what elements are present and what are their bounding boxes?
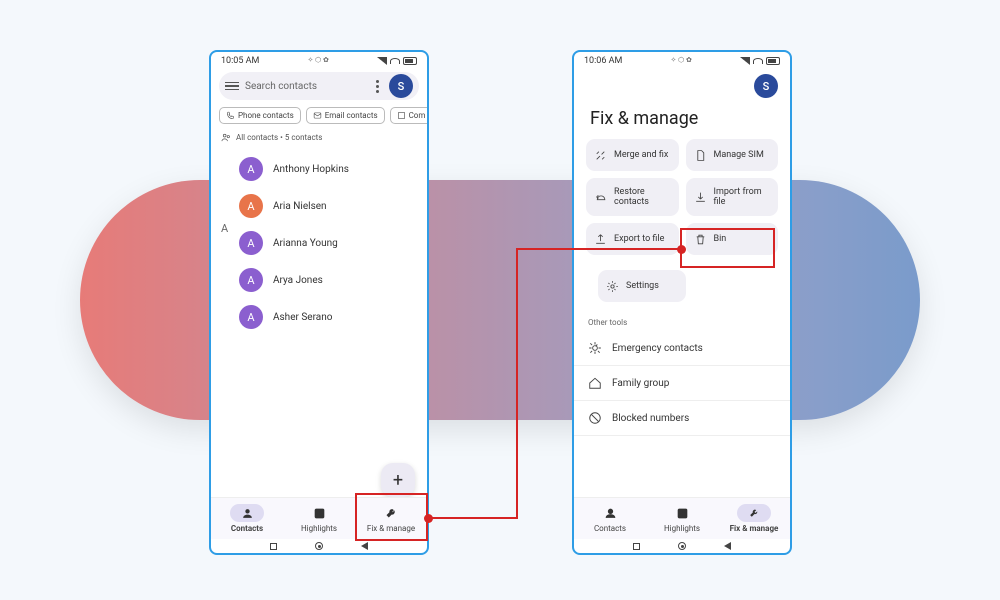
- row-blocked-numbers[interactable]: Blocked numbers: [574, 401, 790, 436]
- phone-screen-contacts: 10:05 AM ✧ ⬡ ✿ Search contacts S Phone c…: [209, 50, 429, 555]
- bottom-nav: Contacts Highlights Fix & manage: [574, 497, 790, 539]
- nav-fix-manage[interactable]: Fix & manage: [718, 498, 790, 539]
- chip-phone-contacts[interactable]: Phone contacts: [219, 107, 301, 124]
- tile-export-file[interactable]: Export to file: [586, 223, 679, 255]
- contact-list: A Anthony Hopkins A Aria Nielsen A Arianna Yo…: [211, 149, 427, 336]
- contact-avatar: A: [239, 268, 263, 292]
- row-emergency-contacts[interactable]: Emergency contacts: [574, 331, 790, 366]
- section-letter: A: [221, 222, 228, 235]
- nav-contacts[interactable]: Contacts: [211, 498, 283, 539]
- contact-avatar: A: [239, 194, 263, 218]
- callout-dot: [677, 245, 686, 254]
- status-time: 10:05 AM: [221, 56, 259, 66]
- highlight-fix-manage: [355, 493, 428, 541]
- contact-name: Arianna Young: [273, 238, 338, 249]
- contact-row[interactable]: A Asher Serano: [239, 299, 419, 336]
- page-title: Fix & manage: [574, 98, 790, 135]
- contact-avatar: A: [239, 305, 263, 329]
- status-bar: 10:05 AM ✧ ⬡ ✿: [211, 52, 427, 68]
- contact-row[interactable]: A Anthony Hopkins: [239, 151, 419, 188]
- contact-name: Asher Serano: [273, 312, 332, 323]
- status-left-icons: ✧ ⬡ ✿: [671, 56, 692, 66]
- nav-highlights[interactable]: Highlights: [646, 498, 718, 539]
- connector-line: [516, 249, 518, 519]
- highlight-bin: [680, 228, 775, 268]
- hamburger-icon[interactable]: [225, 82, 239, 91]
- status-left-icons: ✧ ⬡ ✿: [308, 56, 329, 66]
- signal-icon: [377, 57, 387, 65]
- search-placeholder: Search contacts: [245, 81, 366, 92]
- contacts-summary: All contacts • 5 contacts: [211, 126, 427, 149]
- home-icon[interactable]: [678, 542, 686, 550]
- contact-name: Anthony Hopkins: [273, 164, 349, 175]
- connector-line: [428, 517, 518, 519]
- tile-restore-contacts[interactable]: Restore contacts: [586, 178, 679, 216]
- back-icon[interactable]: [724, 542, 731, 550]
- phone-screen-fix-manage: 10:06 AM ✧ ⬡ ✿ S Fix & manage Merge and …: [572, 50, 792, 555]
- back-icon[interactable]: [361, 542, 368, 550]
- chip-email-contacts[interactable]: Email contacts: [306, 107, 385, 124]
- row-family-group[interactable]: Family group: [574, 366, 790, 401]
- contact-name: Aria Nielsen: [273, 201, 327, 212]
- signal-icon: [740, 57, 750, 65]
- recents-icon[interactable]: [270, 543, 277, 550]
- chip-company[interactable]: Com: [390, 107, 429, 124]
- filter-chips: Phone contacts Email contacts Com: [211, 104, 427, 126]
- tile-import-file[interactable]: Import from file: [686, 178, 779, 216]
- status-time: 10:06 AM: [584, 56, 622, 66]
- wifi-icon: [390, 58, 400, 64]
- connector-line: [516, 248, 680, 250]
- battery-icon: [766, 57, 780, 65]
- wifi-icon: [753, 58, 763, 64]
- contact-row[interactable]: A Arianna Young: [239, 225, 419, 262]
- contact-avatar: A: [239, 231, 263, 255]
- contact-avatar: A: [239, 157, 263, 181]
- background-gradient-pill: [80, 180, 920, 420]
- contact-row[interactable]: A Aria Nielsen: [239, 188, 419, 225]
- fab-add-contact[interactable]: +: [381, 463, 415, 497]
- other-tools-heading: Other tools: [574, 306, 790, 331]
- contact-row[interactable]: A Arya Jones: [239, 262, 419, 299]
- tile-manage-sim[interactable]: Manage SIM: [686, 139, 779, 171]
- recents-icon[interactable]: [633, 543, 640, 550]
- contact-name: Arya Jones: [273, 275, 323, 286]
- status-bar: 10:06 AM ✧ ⬡ ✿: [574, 52, 790, 68]
- home-icon[interactable]: [315, 542, 323, 550]
- profile-avatar[interactable]: S: [754, 74, 778, 98]
- android-nav-bar: [574, 539, 790, 553]
- android-nav-bar: [211, 539, 427, 553]
- nav-highlights[interactable]: Highlights: [283, 498, 355, 539]
- battery-icon: [403, 57, 417, 65]
- nav-contacts[interactable]: Contacts: [574, 498, 646, 539]
- profile-avatar[interactable]: S: [389, 74, 413, 98]
- tile-settings[interactable]: Settings: [598, 270, 686, 302]
- search-bar[interactable]: Search contacts S: [219, 72, 419, 100]
- callout-dot: [424, 514, 433, 523]
- overflow-icon[interactable]: [376, 80, 379, 93]
- tile-merge-fix[interactable]: Merge and fix: [586, 139, 679, 171]
